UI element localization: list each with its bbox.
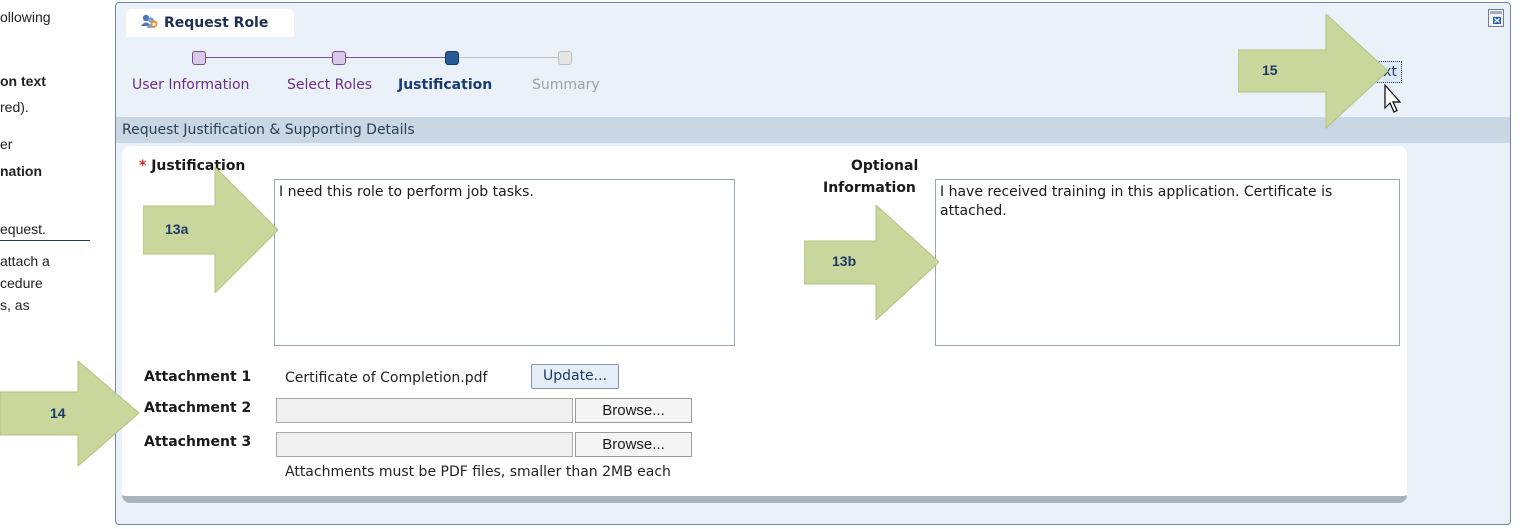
browse-attachment3-button[interactable]: Browse... (575, 432, 692, 457)
mouse-pointer-icon (1384, 83, 1402, 118)
train-label-justification[interactable]: Justification (398, 77, 492, 93)
train-stop-user-information[interactable] (192, 51, 206, 65)
doc-divider (0, 240, 90, 241)
browse-attachment2-button[interactable]: Browse... (575, 398, 692, 423)
train-stop-summary[interactable] (558, 51, 572, 65)
attachment1-label: Attachment 1 (144, 369, 252, 385)
doc-line: on text (0, 73, 46, 89)
doc-line: s, as (0, 297, 30, 313)
optional-information-textarea[interactable]: I have received training in this applica… (935, 179, 1400, 346)
doc-line: cedure (0, 275, 43, 291)
doc-line: er (0, 136, 13, 152)
train-stop-select-roles[interactable] (332, 51, 346, 65)
tab-title: Request Role (164, 15, 269, 31)
callout-label-13b: 13b (832, 253, 857, 269)
close-window-icon[interactable] (1488, 9, 1504, 27)
train-stop-justification[interactable] (445, 51, 459, 65)
optional-information-label-line1: Optional (851, 158, 919, 174)
callout-arrow-13b: 13b (803, 203, 940, 322)
callout-label-15: 15 (1262, 62, 1278, 78)
attachment3-label: Attachment 3 (144, 434, 252, 450)
attachment2-input[interactable] (276, 398, 573, 423)
train-label-summary[interactable]: Summary (532, 77, 600, 93)
attachment1-filename[interactable]: Certificate of Completion.pdf (285, 370, 487, 386)
train-label-user-information[interactable]: User Information (132, 77, 249, 93)
train-label-select-roles[interactable]: Select Roles (287, 77, 372, 93)
train-connector (459, 57, 558, 58)
doc-line: equest. (0, 221, 46, 237)
request-role-icon (140, 12, 158, 34)
callout-arrow-13a: 13a (142, 165, 279, 295)
attachment2-label: Attachment 2 (144, 400, 252, 416)
optional-information-label-line2: Information (823, 180, 916, 196)
train-navigation: User Information Select Roles Justificat… (132, 49, 622, 99)
callout-label-14: 14 (50, 405, 66, 421)
doc-line: ollowing (0, 9, 51, 25)
justification-textarea[interactable]: I need this role to perform job tasks. (274, 179, 735, 346)
callout-arrow-15: 15 (1237, 12, 1389, 130)
tab-request-role[interactable]: Request Role (126, 9, 295, 37)
doc-line: nation (0, 163, 42, 179)
callout-label-13a: 13a (165, 221, 189, 237)
callout-arrow-14: 14 (0, 359, 140, 468)
train-connector (346, 57, 445, 58)
doc-line: red). (0, 99, 29, 115)
attachment3-input[interactable] (276, 432, 573, 457)
train-connector (206, 57, 332, 58)
justification-form-panel: * Justification I need this role to perf… (122, 146, 1407, 503)
update-attachment-button[interactable]: Update... (531, 364, 619, 389)
attachment-hint: Attachments must be PDF files, smaller t… (285, 464, 671, 480)
doc-line: attach a (0, 253, 50, 269)
